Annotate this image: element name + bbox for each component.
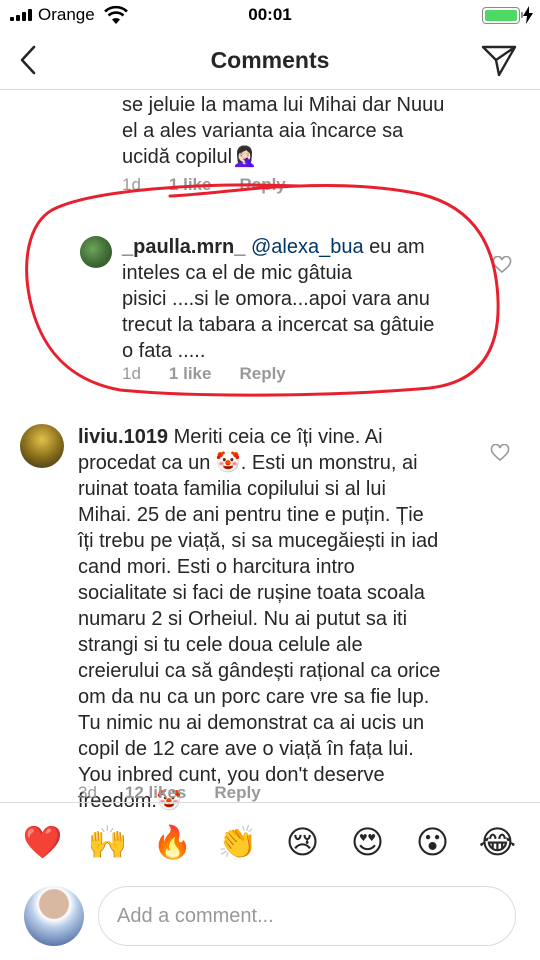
comments-header: Comments [0, 30, 540, 90]
heart-eyes-emoji[interactable]: 😍 [343, 823, 393, 861]
comment-body: se jeluie la mama lui Mihai dar Nuuu el … [122, 94, 445, 168]
status-bar: Orange 00:01 [0, 0, 540, 30]
raising-hands-emoji[interactable]: 🙌 [83, 823, 133, 861]
comment-age: 1d [122, 175, 141, 194]
avatar[interactable] [20, 424, 64, 468]
battery-icon [482, 7, 523, 24]
username[interactable]: _paulla.mrn_ [122, 236, 245, 258]
red-heart-emoji[interactable]: ❤️ [18, 823, 68, 861]
comment-body: _paulla.mrn_ @alexa_bua eu am inteles ca… [122, 234, 492, 364]
fire-emoji[interactable]: 🔥 [148, 823, 198, 861]
clapping-hands-emoji[interactable]: 👏 [213, 823, 263, 861]
page-title: Comments [210, 47, 330, 73]
reply-button[interactable]: Reply [214, 783, 260, 803]
heart-outline-icon[interactable] [490, 444, 510, 462]
avatar [24, 886, 84, 946]
avatar[interactable] [80, 236, 112, 268]
emoji-reaction-bar: ❤️ 🙌 🔥 👏 😢 😍 😮 😂 [0, 802, 540, 880]
likes-count[interactable]: 12 likes [125, 783, 186, 803]
comment-input[interactable] [98, 886, 516, 946]
tears-of-joy-emoji[interactable]: 😂 [473, 823, 523, 861]
crying-face-emoji[interactable]: 😢 [278, 823, 328, 861]
surprised-face-emoji[interactable]: 😮 [408, 823, 458, 861]
comment-text: Meriti ceia ce îți vine. Ai procedat ca … [78, 426, 441, 812]
charging-bolt-icon [523, 6, 533, 24]
mention-link[interactable]: @alexa_bua [251, 236, 364, 258]
paper-plane-icon[interactable] [480, 44, 518, 78]
likes-count[interactable]: 1 like [169, 175, 212, 195]
comment-age: 3d [78, 783, 97, 802]
comment-meta: 1d 1 like Reply [122, 175, 286, 195]
comment-age: 1d [122, 364, 141, 383]
comment-composer [0, 880, 540, 960]
reply-button[interactable]: Reply [239, 175, 285, 195]
comment-meta: 3d 12 likes Reply [78, 783, 261, 803]
comment-body: liviu.1019 Meriti ceia ce îți vine. Ai p… [78, 424, 508, 814]
heart-outline-icon[interactable] [492, 256, 512, 274]
comment-meta: 1d 1 like Reply [122, 364, 286, 384]
reply-button[interactable]: Reply [239, 364, 285, 384]
likes-count[interactable]: 1 like [169, 364, 212, 384]
clock: 00:01 [248, 5, 292, 24]
username[interactable]: liviu.1019 [78, 426, 168, 448]
